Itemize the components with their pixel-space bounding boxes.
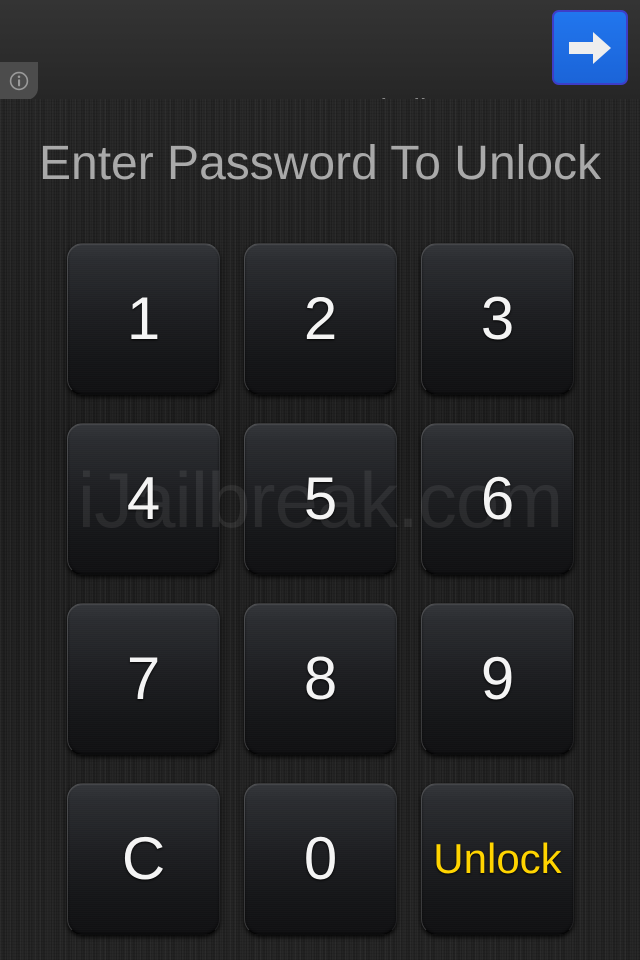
keypad-key-5[interactable]: 5 (244, 423, 397, 575)
keypad-key-label: 6 (480, 465, 515, 532)
keypad-key-1[interactable]: 1 (67, 243, 220, 395)
keypad-key-label: 8 (303, 645, 338, 712)
keypad-key-6[interactable]: 6 (421, 423, 574, 575)
keypad-key-label: 1 (126, 285, 161, 352)
keypad-key-label: 0 (303, 825, 338, 892)
passcode-keypad: 1 2 3 4 5 6 7 8 9 C 0 Unlock (67, 243, 575, 935)
info-circle-icon[interactable] (0, 62, 38, 99)
keypad-key-label: 5 (303, 465, 338, 532)
unlock-button[interactable]: Unlock (421, 783, 574, 935)
keypad-key-0[interactable]: 0 (244, 783, 397, 935)
arrow-right-icon (569, 31, 611, 64)
ad-banner-text: For Tomorrow’s Energy Challenges. Always… (46, 16, 526, 99)
keypad-key-2[interactable]: 2 (244, 243, 397, 395)
advertisement-banner[interactable]: For Tomorrow’s Energy Challenges. Always… (0, 0, 640, 99)
unlock-button-label: Unlock (433, 835, 562, 882)
keypad-key-label: 7 (126, 645, 161, 712)
keypad-key-label: 3 (480, 285, 515, 352)
keypad-key-4[interactable]: 4 (67, 423, 220, 575)
keypad-key-8[interactable]: 8 (244, 603, 397, 755)
ad-banner-line-1: For Tomorrow’s Energy Challenges. (46, 92, 526, 99)
keypad-key-9[interactable]: 9 (421, 603, 574, 755)
keypad-key-label: 9 (480, 645, 515, 712)
keypad-key-label: 4 (126, 465, 161, 532)
keypad-key-clear[interactable]: C (67, 783, 220, 935)
keypad-key-7[interactable]: 7 (67, 603, 220, 755)
keypad-key-3[interactable]: 3 (421, 243, 574, 395)
keypad-key-label: C (121, 825, 166, 892)
lock-screen: For Tomorrow’s Energy Challenges. Always… (0, 0, 640, 960)
ad-banner-cta-button[interactable] (552, 10, 628, 85)
keypad-key-label: 2 (303, 285, 338, 352)
page-title: Enter Password To Unlock (38, 137, 602, 190)
